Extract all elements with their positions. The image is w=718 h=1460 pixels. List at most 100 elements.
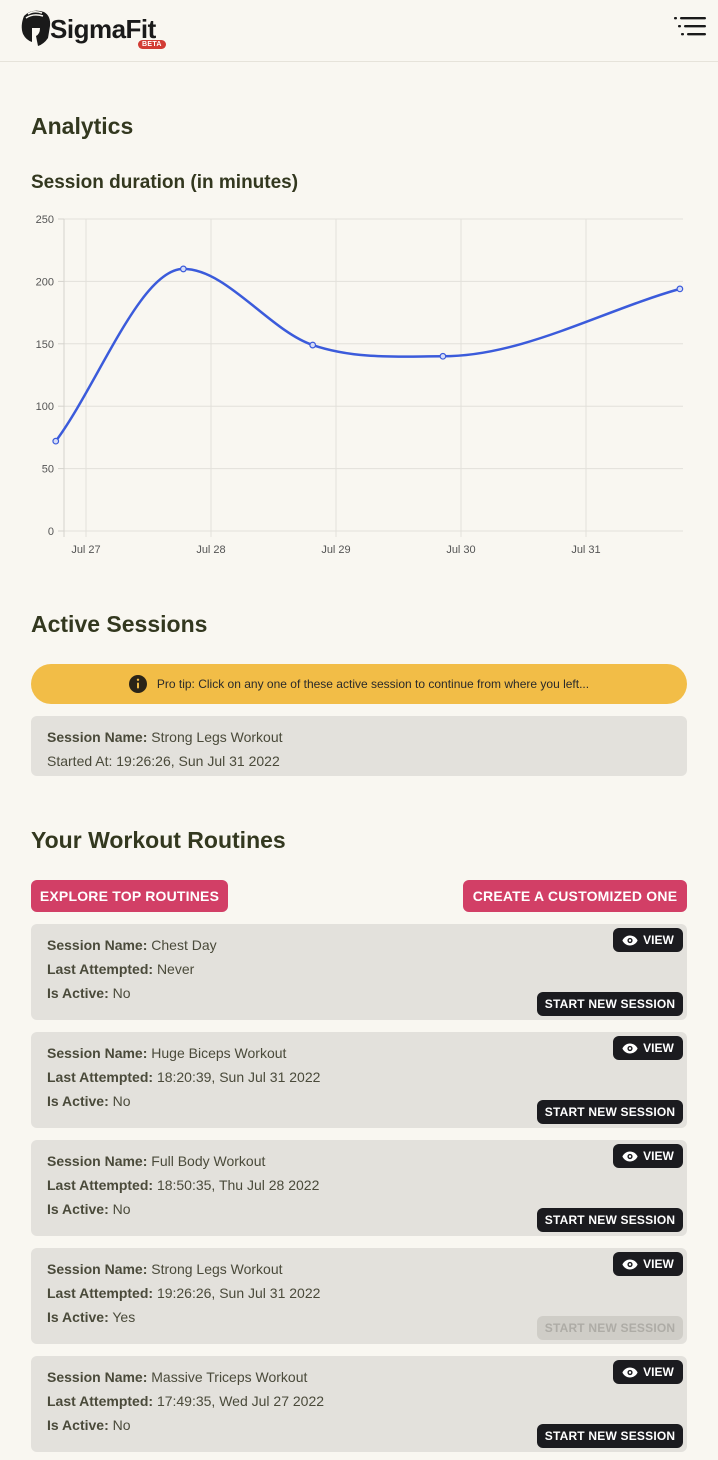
routine-last-attempted-line: Last Attempted: 18:20:39, Sun Jul 31 202… [47,1065,671,1089]
pro-tip-text: Pro tip: Click on any one of these activ… [156,677,590,691]
spartan-helmet-icon [21,10,51,47]
routine-name-value: Massive Triceps Workout [151,1369,308,1385]
session-name-label: Session Name: [47,729,148,745]
view-routine-button[interactable]: VIEW [613,1144,683,1168]
routine-name-value: Chest Day [151,937,217,953]
routine-last-attempted-label: Last Attempted: [47,1069,154,1085]
routine-card: Session Name: Full Body Workout Last Atte… [31,1140,687,1236]
top-bar: SigmaFit BETA [0,0,718,62]
routine-last-attempted-line: Last Attempted: 17:49:35, Wed Jul 27 202… [47,1389,671,1413]
routine-name-label: Session Name: [47,1153,148,1169]
beta-badge: BETA [138,40,166,49]
routine-last-attempted-value: 19:26:26, Sun Jul 31 2022 [156,1285,321,1301]
active-session-started: Started At: 19:26:26, Sun Jul 31 2022 [47,753,280,769]
pro-tip-banner: Pro tip: Click on any one of these activ… [31,664,687,704]
routine-last-attempted-line: Last Attempted: 19:26:26, Sun Jul 31 202… [47,1281,671,1305]
routine-name-line: Session Name: Full Body Workout [47,1149,671,1173]
routine-is-active-value: No [112,1201,131,1217]
x-tick-label: Jul 27 [71,544,100,556]
routine-last-attempted-label: Last Attempted: [47,1285,154,1301]
routine-last-attempted-label: Last Attempted: [47,961,154,977]
active-session-name-line: Session Name: Strong Legs Workout [47,725,671,749]
routine-last-attempted-value: 18:20:39, Sun Jul 31 2022 [156,1069,321,1085]
eye-icon [622,1367,638,1377]
routine-is-active-label: Is Active: [47,985,109,1001]
brand-logo[interactable]: SigmaFit BETA [18,8,178,52]
data-point [309,341,317,349]
x-tick-label: Jul 29 [321,544,350,556]
routine-name-line: Session Name: Chest Day [47,933,671,957]
start-new-session-button[interactable]: START NEW SESSION [537,1424,683,1448]
routine-is-active-value: No [112,1417,131,1433]
view-label: VIEW [643,1365,674,1379]
start-new-session-button: START NEW SESSION [537,1316,683,1340]
create-customized-routine-button[interactable]: CREATE A CUSTOMIZED ONE [463,880,687,912]
routine-card: Session Name: Massive Triceps Workout Las… [31,1356,687,1452]
routine-last-attempted-label: Last Attempted: [47,1177,154,1193]
routine-is-active-label: Is Active: [47,1201,109,1217]
start-new-session-button[interactable]: START NEW SESSION [537,1100,683,1124]
eye-icon [622,935,638,945]
view-label: VIEW [643,933,674,947]
routine-name-label: Session Name: [47,1045,148,1061]
routine-last-attempted-value: Never [156,961,195,977]
view-routine-button[interactable]: VIEW [613,1360,683,1384]
y-tick-label: 150 [36,339,54,351]
routine-name-label: Session Name: [47,1369,148,1385]
data-point [179,265,187,273]
active-session-card[interactable]: Session Name: Strong Legs Workout Starte… [31,716,687,776]
routine-is-active-label: Is Active: [47,1309,109,1325]
routine-last-attempted-value: 17:49:35, Wed Jul 27 2022 [156,1393,325,1409]
routine-last-attempted-label: Last Attempted: [47,1393,154,1409]
start-new-session-button[interactable]: START NEW SESSION [537,1208,683,1232]
routine-is-active-value: No [112,1093,131,1109]
routine-is-active-label: Is Active: [47,1093,109,1109]
y-tick-label: 250 [36,214,54,226]
routine-name-line: Session Name: Huge Biceps Workout [47,1041,671,1065]
routine-name-label: Session Name: [47,937,148,953]
routine-is-active-label: Is Active: [47,1417,109,1433]
routine-is-active-value: No [112,985,131,1001]
routine-last-attempted-line: Last Attempted: 18:50:35, Thu Jul 28 202… [47,1173,671,1197]
view-routine-button[interactable]: VIEW [613,1036,683,1060]
routine-card: Session Name: Strong Legs Workout Last At… [31,1248,687,1344]
start-new-session-button[interactable]: START NEW SESSION [537,992,683,1016]
x-tick-label: Jul 28 [196,544,225,556]
eye-icon [622,1151,638,1161]
chart-title: Session duration (in minutes) [31,172,299,193]
menu-icon[interactable] [672,14,708,44]
eye-icon [622,1259,638,1269]
routine-last-attempted-line: Last Attempted: Never [47,957,671,981]
routine-card: Session Name: Chest Day Last Attempted: N… [31,924,687,1020]
data-point [52,437,60,445]
routine-last-attempted-value: 18:50:35, Thu Jul 28 2022 [156,1177,320,1193]
x-tick-label: Jul 31 [571,544,600,556]
session-name-value: Strong Legs Workout [151,729,283,745]
eye-icon [622,1043,638,1053]
view-label: VIEW [643,1041,674,1055]
y-tick-label: 0 [48,526,54,538]
session-duration-chart: 0 50 100 150 200 250 Jul 27 Jul 28 Jul 29 Jul 30 J… [36,214,684,556]
view-routine-button[interactable]: VIEW [613,928,683,952]
routine-name-line: Session Name: Strong Legs Workout [47,1257,671,1281]
y-tick-label: 200 [36,276,54,288]
x-tick-label: Jul 30 [446,544,475,556]
data-point [439,352,447,360]
view-label: VIEW [643,1257,674,1271]
y-tick-label: 50 [42,464,54,476]
routine-is-active-value: Yes [112,1309,136,1325]
y-tick-label: 100 [36,401,54,413]
routine-name-value: Strong Legs Workout [151,1261,283,1277]
active-sessions-heading: Active Sessions [31,611,208,637]
routines-heading: Your Workout Routines [31,827,286,853]
routine-name-value: Huge Biceps Workout [151,1045,287,1061]
data-point [676,285,684,293]
routine-name-label: Session Name: [47,1261,148,1277]
explore-top-routines-button[interactable]: EXPLORE TOP ROUTINES [31,880,228,912]
routine-name-value: Full Body Workout [151,1153,266,1169]
routine-name-line: Session Name: Massive Triceps Workout [47,1365,671,1389]
routine-card: Session Name: Huge Biceps Workout Last At… [31,1032,687,1128]
view-routine-button[interactable]: VIEW [613,1252,683,1276]
view-label: VIEW [643,1149,674,1163]
info-icon [128,675,147,693]
